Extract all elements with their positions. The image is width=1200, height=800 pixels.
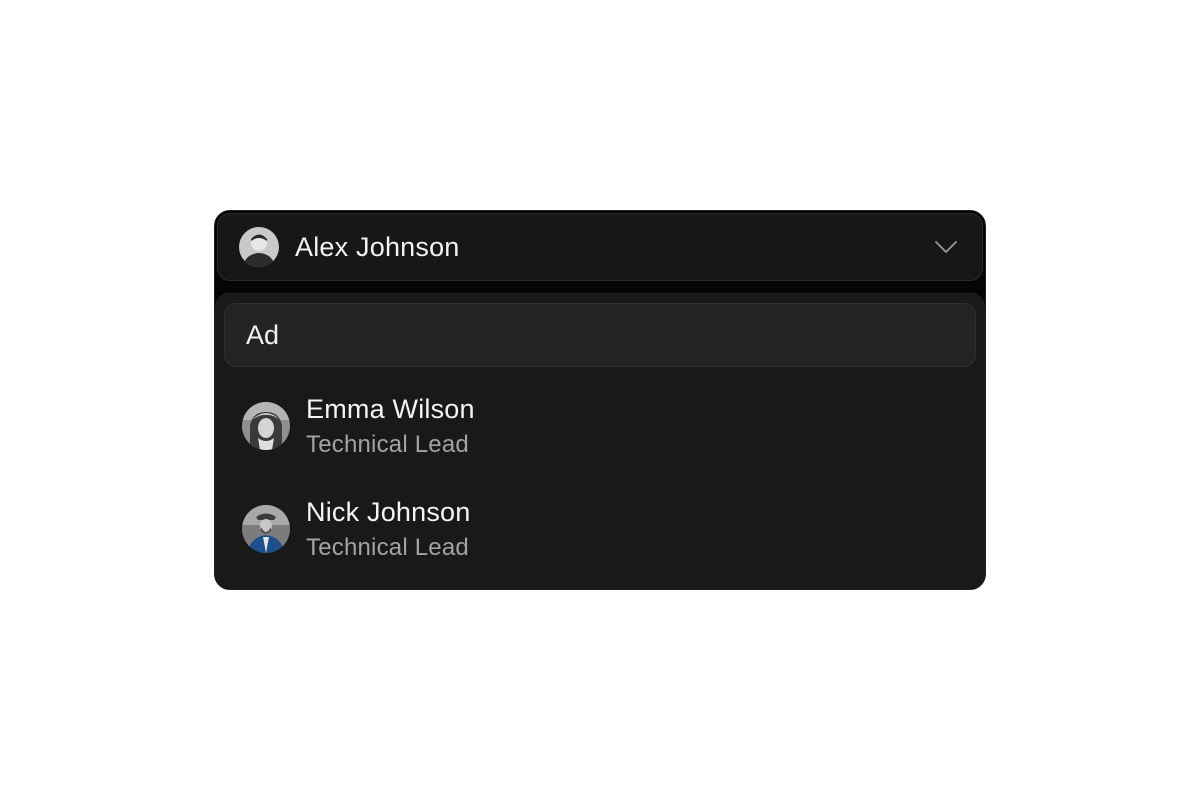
user-combobox: Alex Johnson Emma Wilson Technical Lead (214, 210, 986, 590)
user-search-input[interactable] (224, 303, 976, 367)
user-select-trigger[interactable]: Alex Johnson (217, 213, 983, 281)
person-avatar-icon (239, 227, 279, 267)
user-option-nick-johnson[interactable]: Nick Johnson Technical Lead (224, 481, 976, 577)
option-name: Nick Johnson (306, 496, 471, 527)
selected-user-avatar (239, 227, 279, 267)
selected-user-name: Alex Johnson (295, 231, 460, 262)
option-name: Emma Wilson (306, 393, 475, 424)
user-option-emma-wilson[interactable]: Emma Wilson Technical Lead (224, 378, 976, 474)
option-role: Technical Lead (306, 430, 469, 458)
chevron-down-icon[interactable] (934, 235, 958, 259)
user-dropdown-panel: Emma Wilson Technical Lead Nick Johnson … (215, 293, 985, 589)
option-user-avatar (242, 402, 290, 450)
person-avatar-icon (242, 505, 290, 553)
person-avatar-icon (242, 402, 290, 450)
option-role: Technical Lead (306, 533, 469, 561)
option-user-avatar (242, 505, 290, 553)
